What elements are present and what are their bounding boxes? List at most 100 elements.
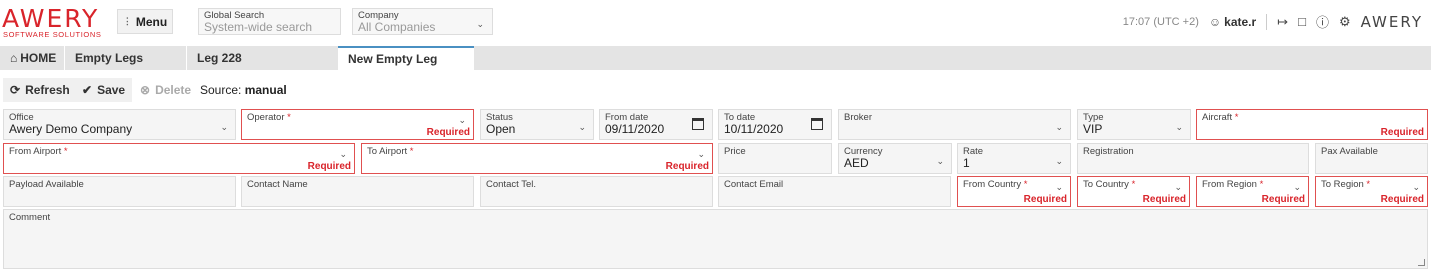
chevron-down-icon: ⌄ <box>1055 156 1063 166</box>
refresh-icon: ⟳ <box>10 83 21 97</box>
chevron-down-icon: ⌄ <box>1174 182 1182 192</box>
registration-input[interactable]: Registration <box>1077 143 1309 174</box>
comment-textarea[interactable]: Comment <box>3 209 1428 269</box>
from-country-select[interactable]: From Country * ⌄ Required <box>957 176 1071 207</box>
divider <box>1266 13 1268 30</box>
header-right: 17:07 (UTC +2) ☺ kate.r ↦ □ ⓘ ⚙ AWERY <box>1123 12 1423 31</box>
tab-empty-legs[interactable]: Empty Legs <box>64 46 186 70</box>
status-value: Open <box>486 122 516 136</box>
type-select[interactable]: Type VIP ⌄ <box>1077 109 1191 140</box>
to-airport-select[interactable]: To Airport * ⌄ Required <box>361 143 713 174</box>
tab-leg-228[interactable]: Leg 228 <box>186 46 338 70</box>
clock-time: 17:07 (UTC +2) <box>1122 15 1199 28</box>
to-country-select[interactable]: To Country * ⌄ Required <box>1077 176 1190 207</box>
tab-label: HOME <box>20 51 57 65</box>
menu-dots-icon: ⋮ <box>122 16 132 26</box>
source-label: Source: <box>200 83 242 97</box>
chat-icon[interactable]: □ <box>1298 14 1306 29</box>
price-input[interactable]: Price <box>718 143 832 174</box>
tab-label: New Empty Leg <box>348 52 438 66</box>
tab-bar: ⌂ HOME Empty Legs Leg 228 New Empty Leg <box>0 46 1431 70</box>
rate-select[interactable]: Rate 1 ⌄ <box>957 143 1071 174</box>
required-indicator: Required <box>1142 194 1186 205</box>
chevron-down-icon: ⌄ <box>936 156 944 166</box>
price-label: Price <box>724 146 746 157</box>
brand-logo-small: AWERY <box>1360 12 1423 31</box>
comment-label: Comment <box>9 212 51 223</box>
delete-button[interactable]: ⊗ Delete <box>133 78 198 102</box>
to-region-select[interactable]: To Region * ⌄ Required <box>1315 176 1428 207</box>
global-search-placeholder: System-wide search <box>204 20 313 34</box>
required-indicator: Required <box>1023 194 1067 205</box>
tab-new-empty-leg[interactable]: New Empty Leg <box>338 46 474 70</box>
top-bar: AWERY SOFTWARE SOLUTIONS ⋮ Menu Global S… <box>0 0 1431 44</box>
global-search-input[interactable]: Global Search System-wide search <box>198 8 341 35</box>
refresh-label: Refresh <box>25 83 70 97</box>
chevron-down-icon: ⌄ <box>1412 182 1420 192</box>
from-airport-select[interactable]: From Airport * ⌄ Required <box>3 143 355 174</box>
tab-home[interactable]: ⌂ HOME <box>0 46 64 70</box>
chevron-down-icon: ⌄ <box>697 149 705 159</box>
payload-available-input[interactable]: Payload Available <box>3 176 236 207</box>
menu-button[interactable]: ⋮ Menu <box>117 9 173 34</box>
source-value: manual <box>244 83 287 97</box>
check-circle-icon: ✔ <box>82 83 93 97</box>
calendar-icon[interactable] <box>692 118 704 130</box>
chevron-down-icon: ⌄ <box>1293 182 1301 192</box>
contact-tel-input[interactable]: Contact Tel. <box>480 176 713 207</box>
logout-icon[interactable]: ↦ <box>1277 14 1288 30</box>
refresh-button[interactable]: ⟳ Refresh <box>3 78 77 102</box>
company-select[interactable]: Company All Companies ⌄ <box>352 8 493 35</box>
from-region-label: From Region <box>1202 179 1257 190</box>
aircraft-label: Aircraft <box>1202 112 1233 123</box>
required-indicator: Required <box>426 127 470 138</box>
save-button[interactable]: ✔ Save <box>75 78 133 102</box>
operator-select[interactable]: Operator * ⌄ Required <box>241 109 474 140</box>
to-region-label: To Region <box>1321 179 1364 190</box>
contact-tel-label: Contact Tel. <box>486 179 536 190</box>
awery-logo[interactable]: AWERY SOFTWARE SOLUTIONS <box>2 4 112 40</box>
aircraft-select[interactable]: Aircraft * Required <box>1196 109 1428 140</box>
required-indicator: Required <box>307 161 351 172</box>
company-value: All Companies <box>358 20 436 34</box>
rate-value: 1 <box>963 156 970 170</box>
to-date-field[interactable]: To date 10/11/2020 <box>718 109 832 140</box>
type-value: VIP <box>1083 122 1103 136</box>
resize-handle-icon[interactable] <box>1418 259 1425 266</box>
from-region-select[interactable]: From Region * ⌄ Required <box>1196 176 1309 207</box>
payload-available-label: Payload Available <box>9 179 84 190</box>
chevron-down-icon: ⌄ <box>1055 122 1063 132</box>
currency-select[interactable]: Currency AED ⌄ <box>838 143 952 174</box>
currency-value: AED <box>844 156 869 170</box>
settings-icon[interactable]: ⚙ <box>1339 14 1351 30</box>
logo-tagline: SOFTWARE SOLUTIONS <box>3 30 102 39</box>
from-airport-label: From Airport <box>9 146 62 157</box>
required-indicator: Required <box>665 161 709 172</box>
user-menu[interactable]: ☺ kate.r <box>1209 15 1256 29</box>
menu-label: Menu <box>135 14 168 29</box>
required-indicator: Required <box>1380 194 1424 205</box>
tab-label: Leg 228 <box>197 51 242 65</box>
chevron-down-icon: ⌄ <box>1175 122 1183 132</box>
logo-text: AWERY <box>2 4 100 33</box>
username: kate.r <box>1224 14 1257 29</box>
to-airport-label: To Airport <box>367 146 408 157</box>
office-select[interactable]: Office Awery Demo Company ⌄ <box>3 109 236 140</box>
broker-select[interactable]: Broker ⌄ <box>838 109 1071 140</box>
calendar-icon[interactable] <box>811 118 823 130</box>
tab-label: Empty Legs <box>75 51 144 65</box>
chevron-down-icon: ⌄ <box>476 19 484 29</box>
status-select[interactable]: Status Open ⌄ <box>480 109 594 140</box>
registration-label: Registration <box>1083 146 1134 157</box>
contact-name-input[interactable]: Contact Name <box>241 176 474 207</box>
from-date-field[interactable]: From date 09/11/2020 <box>599 109 713 140</box>
chevron-down-icon: ⌄ <box>220 122 228 132</box>
contact-email-input[interactable]: Contact Email <box>718 176 951 207</box>
broker-label: Broker <box>844 112 872 123</box>
chevron-down-icon: ⌄ <box>578 122 586 132</box>
pax-available-input[interactable]: Pax Available <box>1315 143 1428 174</box>
operator-label: Operator <box>247 112 285 123</box>
to-country-label: To Country <box>1083 179 1129 190</box>
delete-circle-icon: ⊗ <box>140 83 151 97</box>
info-icon[interactable]: ⓘ <box>1316 12 1329 31</box>
